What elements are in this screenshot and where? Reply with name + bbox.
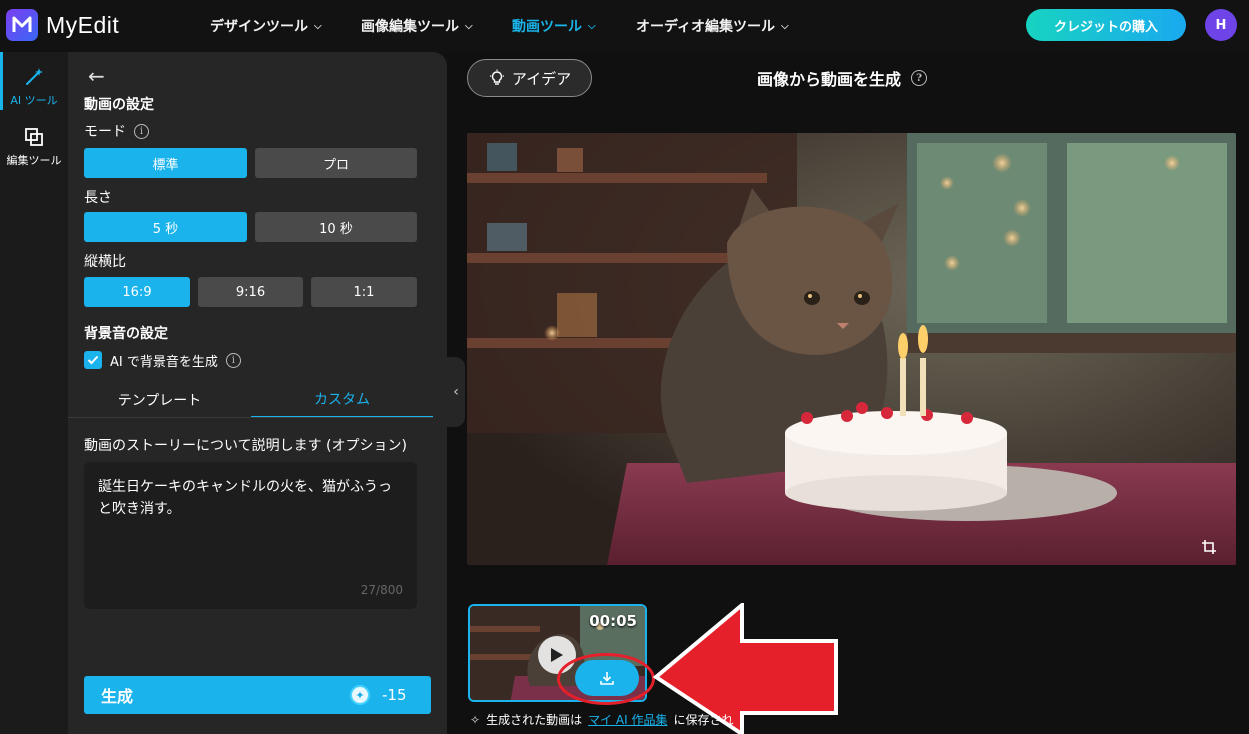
char-counter: 27/800 <box>360 583 403 597</box>
aspect-option-1-1[interactable]: 1:1 <box>311 277 417 307</box>
aspect-ratio-label: 縦横比 <box>84 254 126 270</box>
generate-label: 生成 <box>101 687 134 706</box>
cat-cake-illustration <box>467 133 1236 565</box>
layers-icon <box>25 128 43 146</box>
story-label: 動画のストーリーについて説明します (オプション) <box>84 438 407 454</box>
length-option-10s[interactable]: 10 秒 <box>255 212 417 242</box>
nav-label: オーディオ編集ツール <box>636 19 776 35</box>
myedit-logo-icon <box>6 9 38 41</box>
info-icon[interactable]: i <box>225 353 241 368</box>
aspect-option-9-16[interactable]: 9:16 <box>198 277 303 307</box>
credit-icon: ✦ <box>350 685 370 705</box>
story-textarea[interactable]: 誕生日ケーキのキャンドルの火を、猫がふうっと吹き消す。 27/800 <box>84 462 417 609</box>
collapse-panel-button[interactable]: ‹ <box>447 357 465 427</box>
settings-panel: ← 動画の設定 モード i 標準 プロ 長さ 5 秒 10 秒 縦横比 16:9 … <box>68 52 447 734</box>
nav-label: 画像編集ツール <box>361 19 459 35</box>
saved-note-suffix: に保存され <box>673 713 734 727</box>
rail-item-label: AI ツール <box>10 94 58 107</box>
buy-credits-button[interactable]: クレジットの購入 <box>1026 9 1186 41</box>
bgm-checkbox-label: AI で背景音を生成 i <box>110 351 241 370</box>
nav-audio-tools[interactable]: オーディオ編集ツール ⌵ <box>636 0 789 52</box>
mode-option-standard[interactable]: 標準 <box>84 148 247 178</box>
video-settings-title: 動画の設定 <box>84 97 154 113</box>
back-arrow-icon[interactable]: ← <box>88 64 105 88</box>
nav-label: 動画ツール <box>512 19 582 35</box>
brand-logo[interactable]: MyEdit <box>6 9 119 41</box>
mode-label-text: モード <box>84 124 126 140</box>
magic-wand-icon <box>26 68 43 85</box>
chevron-down-icon: ⌵ <box>781 20 789 32</box>
length-option-5s[interactable]: 5 秒 <box>84 212 247 242</box>
info-icon[interactable]: i <box>134 123 149 139</box>
generate-button[interactable]: 生成 ✦ -15 <box>84 676 431 714</box>
page-title-text: 画像から動画を生成 <box>757 70 902 89</box>
bgm-settings-title: 背景音の設定 <box>84 326 168 342</box>
generate-cost: -15 <box>382 686 407 704</box>
nav-label: デザインツール <box>210 19 308 35</box>
chevron-down-icon: ⌵ <box>588 20 596 32</box>
bgm-checkbox[interactable] <box>84 351 102 369</box>
tabs-divider <box>68 417 433 418</box>
page-title: 画像から動画を生成? <box>757 66 928 90</box>
brand-name: MyEdit <box>46 11 120 38</box>
checkmark-icon <box>87 355 99 365</box>
chevron-left-icon: ‹ <box>453 384 459 400</box>
video-duration: 00:05 <box>589 612 637 630</box>
idea-button-label: アイデア <box>511 69 572 88</box>
nav-design-tools[interactable]: デザインツール ⌵ <box>210 0 322 52</box>
mode-option-pro[interactable]: プロ <box>255 148 417 178</box>
tab-template[interactable]: テンプレート <box>68 382 251 418</box>
rail-item-ai-tools[interactable]: AI ツール <box>0 66 68 108</box>
length-label: 長さ <box>84 190 112 206</box>
rail-item-edit-tools[interactable]: 編集ツール <box>0 126 68 168</box>
mode-label: モード i <box>84 121 149 141</box>
tool-rail: AI ツール 編集ツール <box>0 52 68 734</box>
annotation-circle <box>557 653 655 705</box>
chevron-down-icon: ⌵ <box>314 20 322 32</box>
sparkle-icon: ✧ <box>470 712 481 727</box>
crop-icon[interactable] <box>1201 539 1217 555</box>
top-navigation-bar: MyEdit デザインツール ⌵ 画像編集ツール ⌵ 動画ツール ⌵ オーディオ編集ツ… <box>0 0 1249 52</box>
chevron-down-icon: ⌵ <box>465 20 473 32</box>
lightbulb-icon <box>489 69 504 85</box>
rail-item-label: 編集ツール <box>6 154 62 167</box>
preview-image <box>467 133 1236 565</box>
help-icon[interactable]: ? <box>911 70 928 86</box>
saved-note-prefix: 生成された動画は <box>486 713 583 727</box>
aspect-option-16-9[interactable]: 16:9 <box>84 277 190 307</box>
avatar[interactable]: H <box>1205 9 1237 41</box>
my-ai-gallery-link[interactable]: マイ AI 作品集 <box>588 711 667 728</box>
tab-custom[interactable]: カスタム <box>251 382 433 418</box>
saved-note: ✧ 生成された動画は マイ AI 作品集 に保存され <box>470 711 733 728</box>
nav-video-tools[interactable]: 動画ツール ⌵ <box>512 0 596 52</box>
bgm-checkbox-text: AI で背景音を生成 <box>110 355 218 370</box>
play-icon <box>551 648 563 662</box>
nav-image-tools[interactable]: 画像編集ツール ⌵ <box>361 0 473 52</box>
story-text: 誕生日ケーキのキャンドルの火を、猫がふうっと吹き消す。 <box>98 479 392 517</box>
idea-button[interactable]: アイデア <box>467 59 592 97</box>
